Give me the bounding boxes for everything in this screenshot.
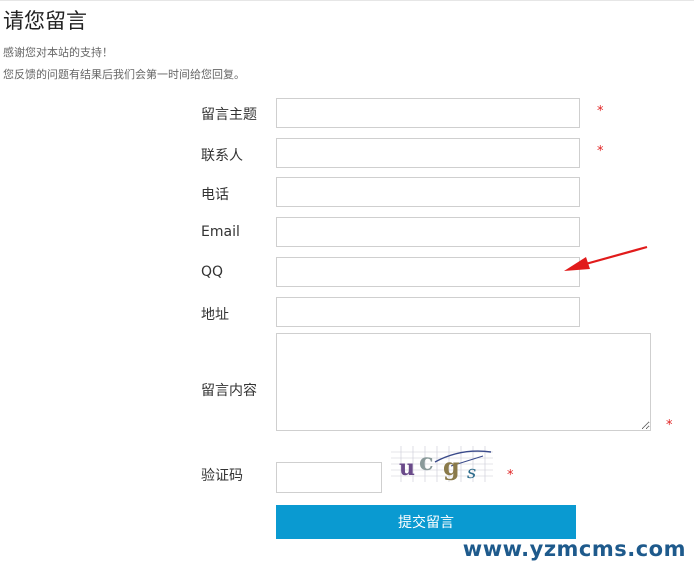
phone-input[interactable] [276,177,580,207]
content-textarea[interactable] [276,333,651,431]
captcha-input[interactable] [276,462,382,493]
email-input[interactable] [276,217,580,247]
content-label: 留言内容 [201,383,257,399]
contact-label: 联系人 [201,148,243,164]
qq-input[interactable] [276,257,580,287]
captcha-char-2: c [419,447,434,476]
captcha-char-3: g [443,452,460,481]
subject-required-mark: * [597,104,604,119]
captcha-image[interactable]: u c g s [391,446,493,482]
content-required-mark: * [666,418,673,433]
captcha-char-4: s [467,462,476,482]
phone-label: 电话 [201,187,229,203]
contact-input[interactable] [276,138,580,168]
subject-input[interactable] [276,98,580,128]
top-divider [0,0,694,1]
intro-text-1: 感谢您对本站的支持！ [3,46,113,59]
contact-required-mark: * [597,144,604,159]
email-label: Email [201,224,240,240]
intro-text-2: 您反馈的问题有结果后我们会第一时间给您回复。 [3,68,245,81]
submit-button[interactable]: 提交留言 [276,505,576,539]
site-watermark: www.yzmcms.com [462,537,686,561]
address-label: 地址 [201,307,229,323]
captcha-required-mark: * [507,468,514,483]
subject-label: 留言主题 [201,107,257,123]
page-title: 请您留言 [3,9,87,33]
address-input[interactable] [276,297,580,327]
qq-label: QQ [201,264,224,280]
red-arrow-annotation [564,245,648,271]
captcha-char-1: u [399,455,415,481]
captcha-label: 验证码 [201,468,243,484]
